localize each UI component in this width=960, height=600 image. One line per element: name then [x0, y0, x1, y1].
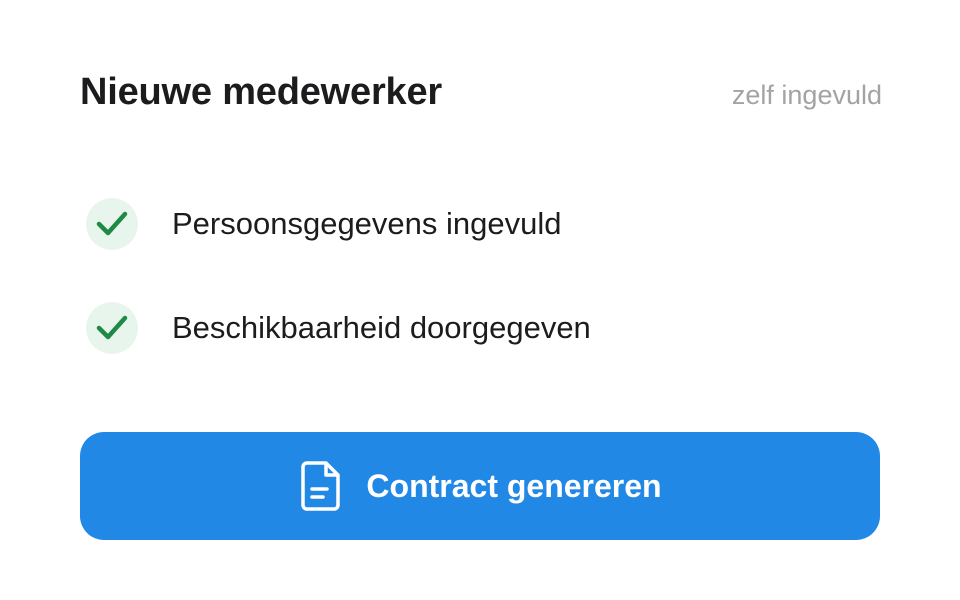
check-icon	[86, 302, 138, 354]
card-header: Nieuwe medewerker zelf ingevuld	[80, 64, 882, 120]
page-title: Nieuwe medewerker	[80, 70, 442, 113]
generate-contract-button[interactable]: Contract genereren	[80, 432, 880, 540]
document-icon	[298, 460, 342, 512]
checklist-item-personal-data: Persoonsgegevens ingevuld	[86, 198, 846, 250]
generate-contract-label: Contract genereren	[366, 467, 662, 504]
status-text: zelf ingevuld	[731, 79, 882, 110]
checklist-item-label: Persoonsgegevens ingevuld	[172, 206, 562, 241]
checklist-item-availability: Beschikbaarheid doorgegeven	[86, 302, 846, 354]
new-employee-card: Nieuwe medewerker zelf ingevuld Persoons…	[0, 0, 960, 600]
checklist-item-label: Beschikbaarheid doorgegeven	[172, 310, 591, 345]
checklist: Persoonsgegevens ingevuld Beschikbaarhei…	[86, 198, 846, 406]
check-icon	[86, 198, 138, 250]
